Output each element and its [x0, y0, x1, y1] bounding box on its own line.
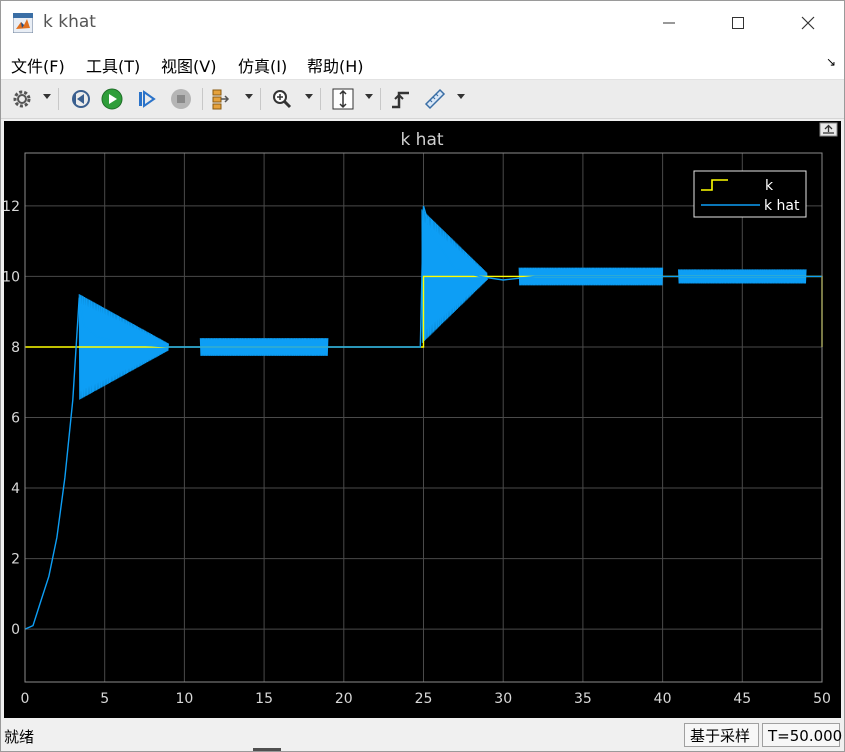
- status-ready: 就绪: [4, 728, 35, 746]
- menu-bar: 文件(F) 工具(T) 视图(V) 仿真(I) 帮助(H) ↘: [1, 45, 844, 79]
- close-button[interactable]: [786, 9, 830, 37]
- stop-icon: [171, 89, 191, 109]
- scope-window: k khat 文件(F) 工具(T) 视图(V) 仿真(I) 帮助(H) ↘ k…: [0, 0, 845, 752]
- settings-dropdown-icon[interactable]: [43, 94, 51, 99]
- toolbar-separator: [260, 88, 261, 110]
- run-button[interactable]: [99, 86, 125, 112]
- title-bar: k khat: [1, 1, 844, 45]
- fit-axes-dropdown-icon[interactable]: [365, 94, 373, 99]
- signal-hierarchy-button[interactable]: [209, 86, 235, 112]
- x-tick-label: 40: [654, 691, 672, 707]
- settings-button[interactable]: [9, 86, 35, 112]
- x-tick-label: 35: [574, 691, 592, 707]
- zoom-dropdown-icon[interactable]: [305, 94, 313, 99]
- menu-tools[interactable]: 工具(T): [86, 53, 140, 77]
- measurements-button[interactable]: [422, 86, 448, 112]
- minimize-button[interactable]: [647, 9, 691, 37]
- x-tick-label: 5: [100, 691, 109, 707]
- y-tick-label: 0: [11, 622, 20, 638]
- toolbar-separator: [202, 88, 203, 110]
- minimize-icon: [663, 22, 675, 24]
- maximize-button[interactable]: [716, 9, 760, 37]
- triggers-icon: [392, 91, 409, 109]
- legend[interactable]: k k hat: [693, 170, 807, 218]
- chart-title: k hat: [400, 130, 443, 150]
- status-bar: 就绪 基于采样 T=50.000: [1, 720, 844, 751]
- signal-hierarchy-icon: [212, 89, 230, 110]
- resize-grip[interactable]: [253, 748, 281, 751]
- measurements-dropdown-icon[interactable]: [457, 94, 465, 99]
- menu-help[interactable]: 帮助(H): [307, 53, 364, 77]
- x-tick-label: 30: [494, 691, 512, 707]
- settings-icon: [13, 90, 31, 108]
- toolbar-separator: [320, 88, 321, 110]
- measurements-icon: [424, 88, 446, 110]
- run-icon: [101, 88, 123, 110]
- x-tick-label: 15: [255, 691, 273, 707]
- menu-simulation[interactable]: 仿真(I): [238, 53, 287, 77]
- matlab-logo-icon: [13, 13, 33, 33]
- zoom-icon: [273, 90, 292, 109]
- y-tick-label: 10: [4, 269, 20, 285]
- y-tick-label: 6: [11, 411, 20, 427]
- x-tick-label: 50: [813, 691, 831, 707]
- x-tick-label: 45: [733, 691, 751, 707]
- triggers-button[interactable]: [388, 86, 414, 112]
- dock-arrow-icon[interactable]: ↘: [826, 55, 836, 69]
- step-forward-icon: [139, 90, 156, 108]
- scope-chart[interactable]: k hat 0 5 10 15 20 25 30 35 40 45 50 0 2 4 6 8 10 12 k k…: [2, 121, 841, 718]
- fit-axes-icon: [332, 88, 354, 110]
- step-back-button[interactable]: [67, 86, 93, 112]
- scope-display: k hat 0 5 10 15 20 25 30 35 40 45 50 0 2 4 6 8 10 12 k k…: [2, 121, 841, 718]
- step-forward-button[interactable]: [133, 86, 159, 112]
- zoom-button[interactable]: [269, 86, 295, 112]
- menu-view[interactable]: 视图(V): [161, 53, 216, 77]
- window-title: k khat: [43, 12, 96, 32]
- status-time: T=50.000: [762, 723, 842, 747]
- y-tick-label: 4: [11, 481, 20, 497]
- legend-khat-label: k hat: [764, 198, 800, 214]
- maximize-icon: [732, 17, 744, 29]
- x-tick-label: 25: [415, 691, 433, 707]
- toolbar-separator: [380, 88, 381, 110]
- y-tick-label: 2: [11, 552, 20, 568]
- toolbar-separator: [58, 88, 59, 110]
- step-back-icon: [72, 90, 90, 108]
- close-icon: [801, 16, 815, 30]
- status-sample-mode: 基于采样: [684, 723, 759, 747]
- toolbar: [1, 79, 844, 119]
- stop-button[interactable]: [168, 86, 194, 112]
- y-tick-label: 8: [11, 340, 20, 356]
- x-tick-label: 10: [175, 691, 193, 707]
- signal-hierarchy-dropdown-icon[interactable]: [245, 94, 253, 99]
- legend-k-label: k: [765, 178, 774, 194]
- menu-file[interactable]: 文件(F): [11, 53, 65, 77]
- y-tick-label: 12: [4, 199, 20, 215]
- fit-axes-button[interactable]: [330, 86, 356, 112]
- x-tick-label: 20: [335, 691, 353, 707]
- x-tick-label: 0: [21, 691, 30, 707]
